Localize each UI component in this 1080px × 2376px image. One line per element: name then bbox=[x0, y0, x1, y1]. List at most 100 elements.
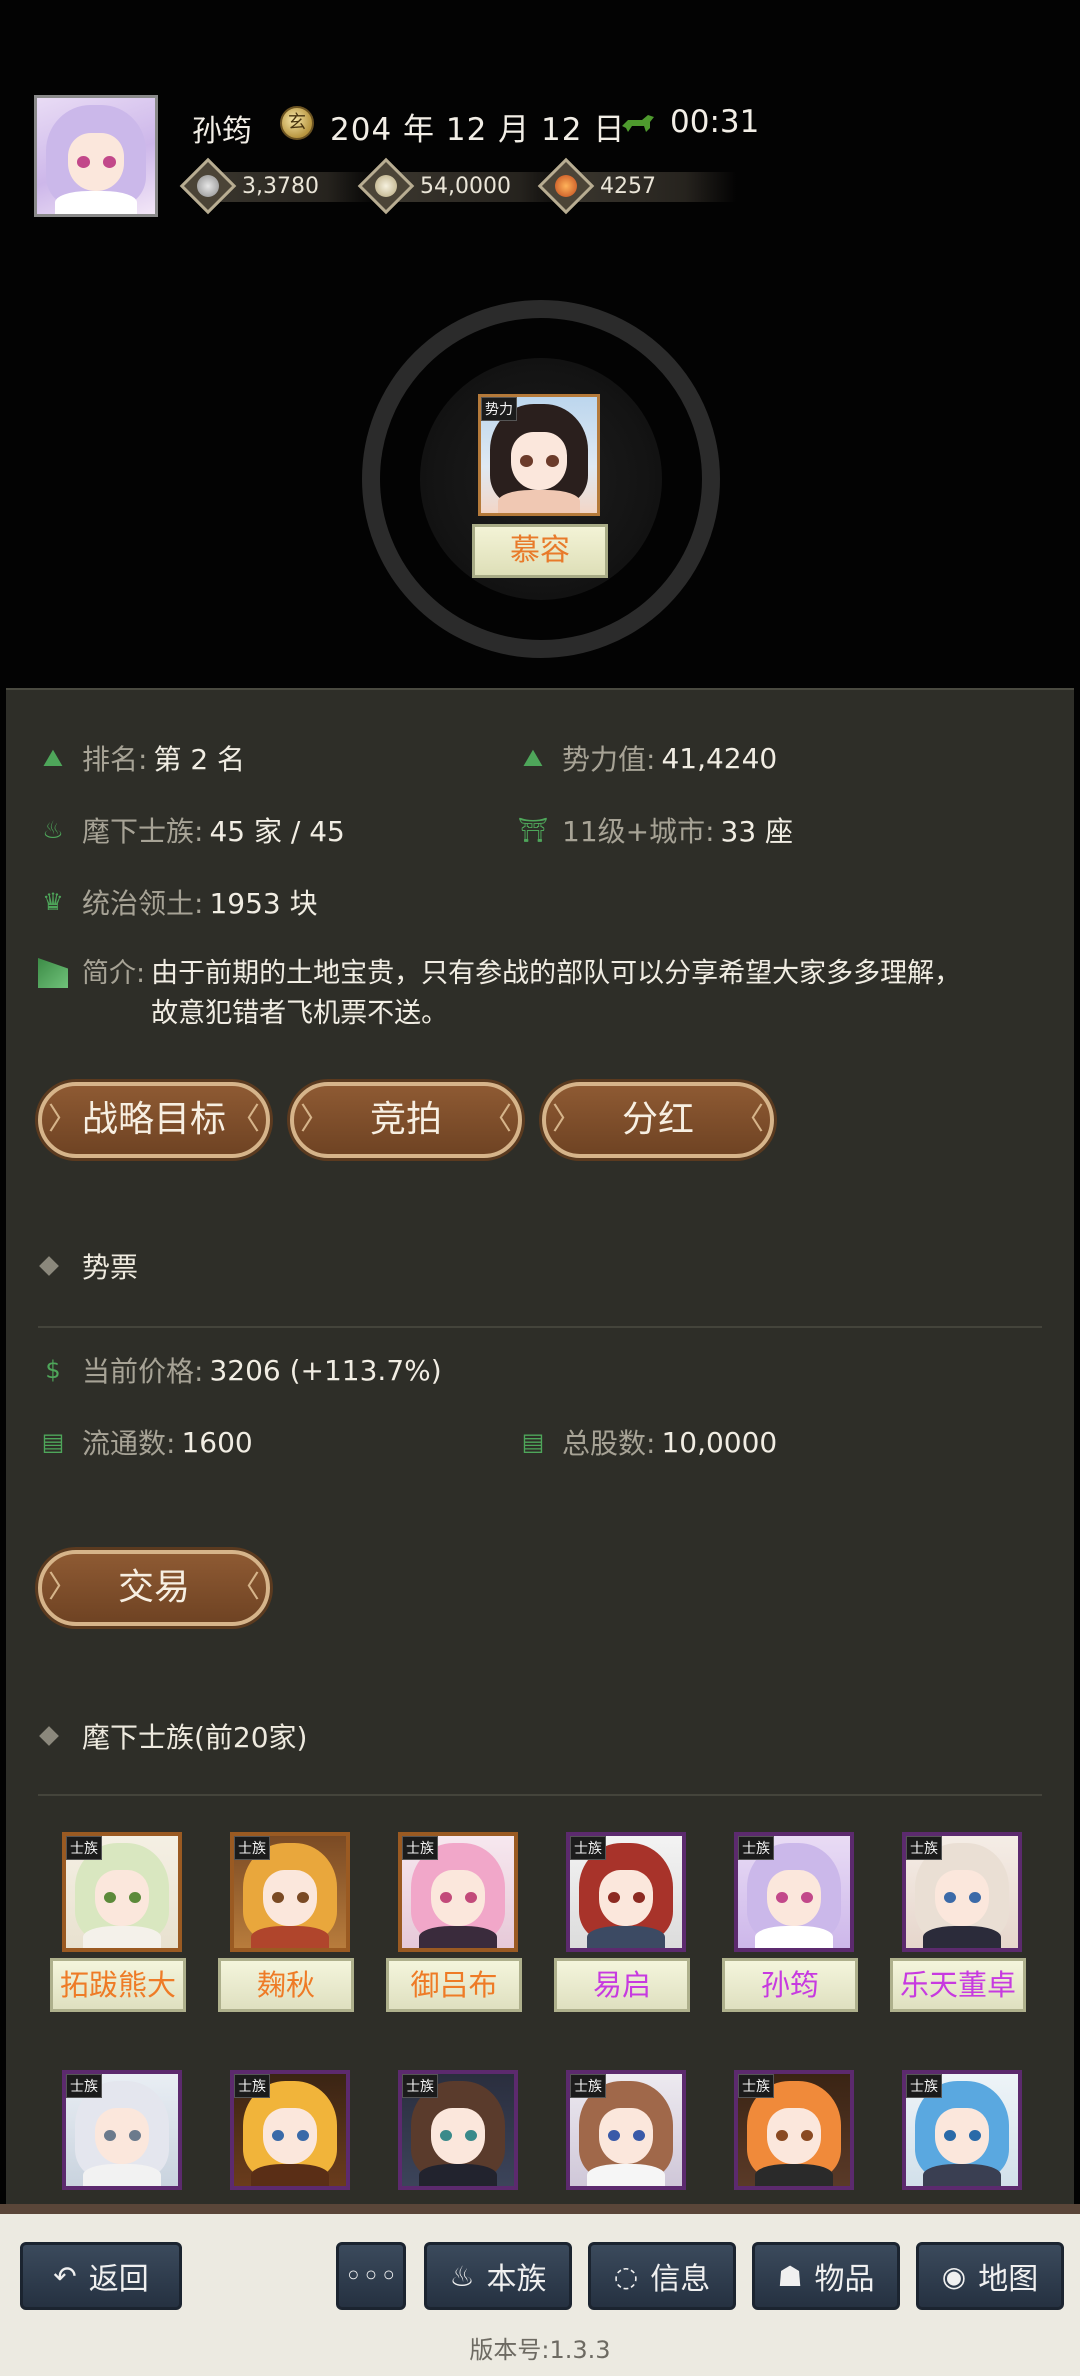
cities-row: ⛩ 11级+城市: 33 座 bbox=[518, 810, 793, 850]
calendar-moon-icon: 玄 bbox=[280, 106, 314, 140]
intro-text: 由于前期的土地宝贵，只有参战的部队可以分享希望大家多多理解，故意犯错者飞机票不送… bbox=[151, 958, 962, 1029]
faction-tag: 势力 bbox=[481, 397, 517, 421]
info-nav-button[interactable]: ◌ 信息 bbox=[588, 2242, 736, 2310]
intro-label: 简介: bbox=[82, 958, 146, 989]
clan-name: 乐天董卓 bbox=[890, 1958, 1026, 2012]
divider bbox=[38, 1326, 1042, 1328]
version-label: 版本号:1.3.3 bbox=[469, 2336, 611, 2364]
clan-tag: 士族 bbox=[402, 2074, 438, 2098]
diamond-icon bbox=[39, 1256, 59, 1276]
clan-avatar: 士族 bbox=[566, 1832, 686, 1952]
clan-avatar: 士族 bbox=[734, 1832, 854, 1952]
bag-icon: ☗ bbox=[777, 2259, 803, 2293]
clans-row: ♨ 麾下士族: 45 家 / 45 bbox=[38, 810, 345, 850]
territory-label: 统治领土: bbox=[82, 887, 204, 920]
clan-avatar: 士族 bbox=[62, 2070, 182, 2190]
clans-value: 45 家 / 45 bbox=[209, 815, 345, 848]
clan-card[interactable]: 士族 bbox=[50, 2070, 190, 2190]
total-shares-row: ▤ 总股数: 10,0000 bbox=[518, 1422, 778, 1462]
back-button[interactable]: ↶ 返回 bbox=[20, 2242, 182, 2310]
clan-avatar: 士族 bbox=[734, 2070, 854, 2190]
clans-title: 麾下士族(前20家) bbox=[82, 1721, 308, 1754]
clans-label: 麾下士族: bbox=[82, 815, 204, 848]
circulation-row: ▤ 流通数: 1600 bbox=[38, 1422, 253, 1462]
clan-icon: ♨ bbox=[42, 816, 64, 844]
trade-button[interactable]: 交易 bbox=[38, 1550, 270, 1626]
clan-nav-button[interactable]: ♨ 本族 bbox=[424, 2242, 572, 2310]
map-nav-label: 地图 bbox=[978, 2262, 1039, 2297]
stock-title: 势票 bbox=[82, 1251, 139, 1284]
clan-card[interactable]: 士族 bbox=[722, 2070, 862, 2190]
clan-card[interactable]: 士族 bbox=[554, 2070, 694, 2190]
clan-avatar: 士族 bbox=[230, 1832, 350, 1952]
back-arrow-icon: ↶ bbox=[53, 2259, 77, 2293]
power-label: 势力值: bbox=[562, 743, 656, 776]
coins-icon: $ bbox=[45, 1356, 61, 1384]
resource-rice[interactable]: 54,0000 bbox=[357, 157, 576, 215]
clan-tag: 士族 bbox=[570, 1836, 606, 1860]
player-name: 孙筠 bbox=[192, 114, 252, 149]
clan-tag: 士族 bbox=[234, 2074, 270, 2098]
more-dots-icon: ◦◦◦ bbox=[344, 2258, 398, 2294]
silver-icon bbox=[197, 175, 219, 197]
clan-name: 拓跋熊大 bbox=[50, 1958, 186, 2012]
cities-label: 11级+城市: bbox=[562, 815, 715, 848]
clan-card[interactable]: 士族 麹秋 bbox=[218, 1832, 358, 2012]
clan-tag: 士族 bbox=[738, 2074, 774, 2098]
book-icon bbox=[38, 958, 68, 988]
medal-icon bbox=[555, 175, 577, 197]
strategy-button[interactable]: 战略目标 bbox=[38, 1082, 270, 1158]
top-header: 孙筠 玄 204 年 12 月 12 日 00:31 3,3780 54,000… bbox=[0, 0, 1080, 690]
price-value: 3206 (+113.7%) bbox=[209, 1353, 442, 1387]
clan-name: 麹秋 bbox=[218, 1958, 354, 2012]
stock-section-header: 势票 bbox=[39, 1246, 139, 1286]
clan-card[interactable]: 士族 bbox=[218, 2070, 358, 2190]
rice-value: 54,0000 bbox=[420, 173, 511, 199]
price-row: $ 当前价格: 3206 (+113.7%) bbox=[38, 1350, 442, 1390]
clan-avatar: 士族 bbox=[902, 2070, 1022, 2190]
clan-card[interactable]: 士族 拓跋熊大 bbox=[50, 1832, 190, 2012]
territory-value: 1953 块 bbox=[209, 887, 318, 920]
clan-nav-label: 本族 bbox=[486, 2262, 547, 2297]
back-label: 返回 bbox=[88, 2262, 149, 2297]
clan-card[interactable]: 士族 御吕布 bbox=[386, 1832, 526, 2012]
diamond-icon bbox=[39, 1726, 59, 1746]
faction-name[interactable]: 慕容 bbox=[472, 524, 608, 578]
clan-tag: 士族 bbox=[570, 2074, 606, 2098]
faction-panel: ⛰ 排名: 第 2 名 ⛰ 势力值: 41,4240 ♨ 麾下士族: 45 家 … bbox=[6, 688, 1074, 2228]
clan-card[interactable]: 士族 乐天董卓 bbox=[890, 1832, 1030, 2012]
mountain-icon: ⛰ bbox=[522, 744, 544, 772]
clan-tag: 士族 bbox=[234, 1836, 270, 1860]
chat-bubble-icon: ◌ bbox=[613, 2259, 639, 2293]
clan-card[interactable]: 士族 bbox=[386, 2070, 526, 2190]
clan-avatar: 士族 bbox=[902, 1832, 1022, 1952]
clan-card[interactable]: 士族 易启 bbox=[554, 1832, 694, 2012]
clan-avatar: 士族 bbox=[230, 2070, 350, 2190]
items-nav-button[interactable]: ☗ 物品 bbox=[752, 2242, 900, 2310]
dividend-button[interactable]: 分红 bbox=[542, 1082, 774, 1158]
cities-value: 33 座 bbox=[720, 815, 794, 848]
faction-leader-avatar[interactable]: 势力 bbox=[478, 394, 600, 516]
more-button[interactable]: ◦◦◦ bbox=[336, 2242, 406, 2310]
player-avatar[interactable] bbox=[34, 95, 158, 217]
items-nav-label: 物品 bbox=[814, 2262, 875, 2297]
auction-button[interactable]: 竞拍 bbox=[290, 1082, 522, 1158]
clans-section-header: 麾下士族(前20家) bbox=[39, 1716, 308, 1756]
info-nav-label: 信息 bbox=[650, 2262, 711, 2297]
clan-card[interactable]: 士族 孙筠 bbox=[722, 1832, 862, 2012]
rank-label: 排名: bbox=[82, 743, 148, 776]
resource-medal[interactable]: 4257 bbox=[537, 157, 736, 215]
rank-value: 第 2 名 bbox=[153, 743, 246, 776]
total-shares-label: 总股数: bbox=[562, 1427, 656, 1460]
clan-avatar: 士族 bbox=[62, 1832, 182, 1952]
clan-card[interactable]: 士族 bbox=[890, 2070, 1030, 2190]
bottom-nav-bar: ↶ 返回 ◦◦◦ ♨ 本族 ◌ 信息 ☗ 物品 ◉ 地图 版本号:1.3.3 bbox=[0, 2204, 1080, 2376]
map-nav-button[interactable]: ◉ 地图 bbox=[916, 2242, 1064, 2310]
circulation-label: 流通数: bbox=[82, 1427, 176, 1460]
territory-icon: ♛ bbox=[42, 888, 64, 916]
circulation-value: 1600 bbox=[181, 1425, 253, 1459]
city-gate-icon: ⛩ bbox=[517, 816, 549, 844]
clan-icon: ♨ bbox=[449, 2259, 475, 2293]
resource-silver[interactable]: 3,3780 bbox=[179, 157, 378, 215]
clan-avatar: 士族 bbox=[398, 1832, 518, 1952]
